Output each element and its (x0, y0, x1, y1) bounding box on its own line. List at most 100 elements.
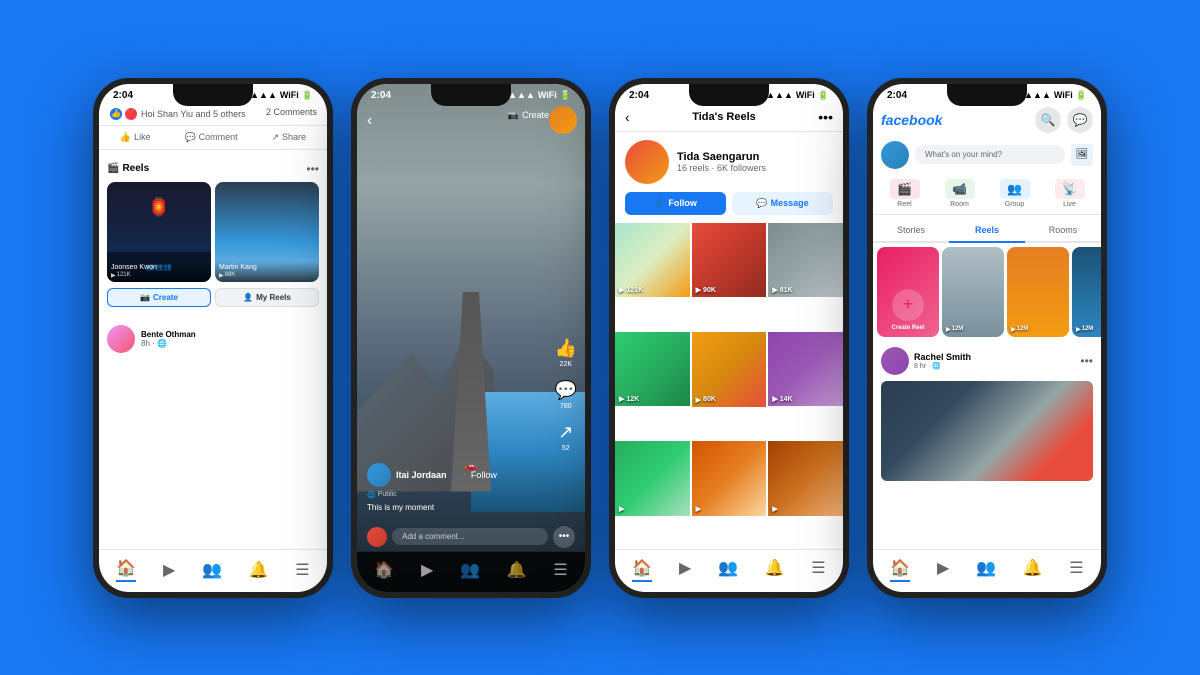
bottom-nav-3: 🏠 ▶ 👥 🔔 ☰ (615, 549, 843, 592)
bottom-nav-1: 🏠 ▶ 👥 🔔 ☰ (99, 549, 327, 592)
status-icons-1: ▲▲▲ WiFi 🔋 (250, 90, 313, 101)
more-options-button[interactable]: ••• (553, 526, 575, 548)
home-nav-4[interactable]: 🏠 (890, 558, 910, 582)
reel-item-2[interactable]: Martin Kang ▶88K (215, 182, 319, 282)
message-button[interactable]: 💬 Message (732, 192, 833, 215)
friends-nav-2[interactable]: 👥 (460, 560, 480, 580)
grid-item-6[interactable]: ▶14K (768, 332, 843, 407)
phone-3: 2:04 ▲▲▲ WiFi 🔋 ‹ Tida's Reels ••• Tida … (609, 78, 849, 598)
bottom-nav-2: 🏠 ▶ 👥 🔔 ☰ (357, 551, 585, 592)
comment-icon-reel: 💬 (555, 380, 577, 401)
grid-item-1[interactable]: ▶121K (615, 223, 690, 298)
create-reel-item[interactable]: + Create Reel (877, 247, 939, 337)
reels-icon: 🎬 (107, 163, 119, 174)
grid-item-4[interactable]: ▶12K (615, 332, 690, 407)
search-button[interactable]: 🔍 (1035, 107, 1061, 133)
grid-item-9[interactable]: ▶ (768, 441, 843, 516)
menu-nav-3[interactable]: ☰ (811, 558, 825, 582)
live-action[interactable]: 📡 Live (1055, 179, 1085, 208)
home-nav-2[interactable]: 🏠 (374, 560, 394, 580)
bell-nav[interactable]: 🔔 (249, 560, 269, 580)
grid-item-5[interactable]: ▶80K (692, 332, 767, 407)
messenger-button[interactable]: 💬 (1067, 107, 1093, 133)
reel-feed-1[interactable]: ▶12M (942, 247, 1004, 337)
photo-icon[interactable]: 🖼 (1071, 144, 1093, 166)
grid-item-3[interactable]: ▶81K (768, 223, 843, 298)
video-nav[interactable]: ▶ (163, 560, 175, 580)
like-action[interactable]: 👍 22K (555, 338, 577, 368)
menu-nav-2[interactable]: ☰ (553, 560, 567, 580)
post-more-icon[interactable]: ••• (1080, 354, 1093, 368)
reel-feed-3[interactable]: ▶12M (1072, 247, 1101, 337)
bell-nav-2[interactable]: 🔔 (507, 560, 527, 580)
menu-nav-4[interactable]: ☰ (1069, 558, 1083, 582)
more-icon-3[interactable]: ••• (818, 109, 833, 125)
bell-nav-3[interactable]: 🔔 (765, 558, 785, 582)
tab-rooms[interactable]: Rooms (1025, 219, 1101, 241)
comment-input[interactable]: Add a comment... (392, 528, 548, 545)
room-action[interactable]: 📹 Room (945, 179, 975, 208)
group-action[interactable]: 👥 Group (1000, 179, 1030, 208)
friends-nav-4[interactable]: 👥 (976, 558, 996, 582)
tab-stories[interactable]: Stories (873, 219, 949, 241)
post-avatar (107, 325, 135, 353)
public-label: 🌐 Public (367, 491, 535, 499)
create-row: 📷 Create 👤 My Reels (107, 288, 319, 307)
reel-name-1: Joonseo Kwon (111, 264, 207, 271)
create-reel-button[interactable]: 📷 Create (508, 110, 549, 121)
reel-item-1[interactable]: 🏮 👥👥👥 Joonseo Kwon ▶121K (107, 182, 211, 282)
video-nav-3[interactable]: ▶ (679, 558, 691, 582)
post-preview: Bente Othman 8h · 🌐 (99, 319, 327, 359)
reel-action[interactable]: 🎬 Reel (890, 179, 920, 208)
post-user-time: 8 hr · 🌐 (914, 362, 971, 370)
my-reels-button[interactable]: 👤 My Reels (215, 288, 319, 307)
back-button-3[interactable]: ‹ (625, 109, 630, 125)
notch-1 (173, 84, 253, 106)
share-button[interactable]: ↗ Share (266, 130, 313, 145)
home-nav-3[interactable]: 🏠 (632, 558, 652, 582)
phone-4: 2:04 ▲▲▲ WiFi 🔋 facebook 🔍 💬 What's on y… (867, 78, 1107, 598)
grid-item-7[interactable]: ▶ (615, 441, 690, 516)
back-button[interactable]: ‹ (367, 112, 372, 130)
create-reel-circle: + (892, 289, 924, 321)
like-button[interactable]: 👍 Like (114, 130, 157, 145)
comment-button[interactable]: 💬 Comment (178, 130, 243, 145)
reel-caption: This is my moment (367, 503, 535, 512)
menu-nav[interactable]: ☰ (295, 560, 309, 580)
video-nav-2[interactable]: ▶ (421, 560, 433, 580)
create-button[interactable]: 📷 Create (107, 288, 211, 307)
friends-nav[interactable]: 👥 (202, 560, 222, 580)
more-icon[interactable]: ••• (306, 162, 319, 176)
user-avatar-top[interactable] (549, 106, 577, 134)
reel-feed-2[interactable]: ▶12M (1007, 247, 1069, 337)
share-count: 52 (562, 445, 570, 452)
follow-label[interactable]: Follow (471, 470, 497, 480)
grid-item-8[interactable]: ▶ (692, 441, 767, 516)
camera-icon: 📷 (508, 110, 519, 121)
reels-label: Reels (122, 163, 149, 174)
share-icon-reel: ↗ (558, 422, 573, 443)
comment-count: 780 (560, 403, 572, 410)
bell-nav-4[interactable]: 🔔 (1023, 558, 1043, 582)
post-user-avatar (881, 347, 909, 375)
group-icon: 👥 (1000, 179, 1030, 199)
reel-background: 🚗 (357, 84, 585, 592)
follow-button[interactable]: 👤 Follow (625, 192, 726, 215)
feed-actions: 🎬 Reel 📹 Room 👥 Group 📡 Live (873, 175, 1101, 215)
notch-4 (947, 84, 1027, 106)
comment-action[interactable]: 💬 780 (555, 380, 577, 410)
status-input[interactable]: What's on your mind? (915, 145, 1065, 164)
reel-icon: 🎬 (890, 179, 920, 199)
profile-avatar (625, 140, 669, 184)
room-icon: 📹 (945, 179, 975, 199)
share-action[interactable]: ↗ 52 (558, 422, 573, 452)
friends-nav-3[interactable]: 👥 (718, 558, 738, 582)
my-reels-icon: 👤 (243, 293, 253, 302)
comments-count: 2 Comments (266, 107, 317, 121)
video-nav-4[interactable]: ▶ (937, 558, 949, 582)
grid-item-2[interactable]: ▶90K (692, 223, 767, 298)
reels-section: 🎬 Reels ••• 🏮 👥👥👥 Joonseo Kwon ▶121K (99, 156, 327, 313)
tab-reels[interactable]: Reels (949, 219, 1025, 243)
home-nav[interactable]: 🏠 (116, 558, 136, 582)
like-emoji: 👍 (109, 107, 123, 121)
